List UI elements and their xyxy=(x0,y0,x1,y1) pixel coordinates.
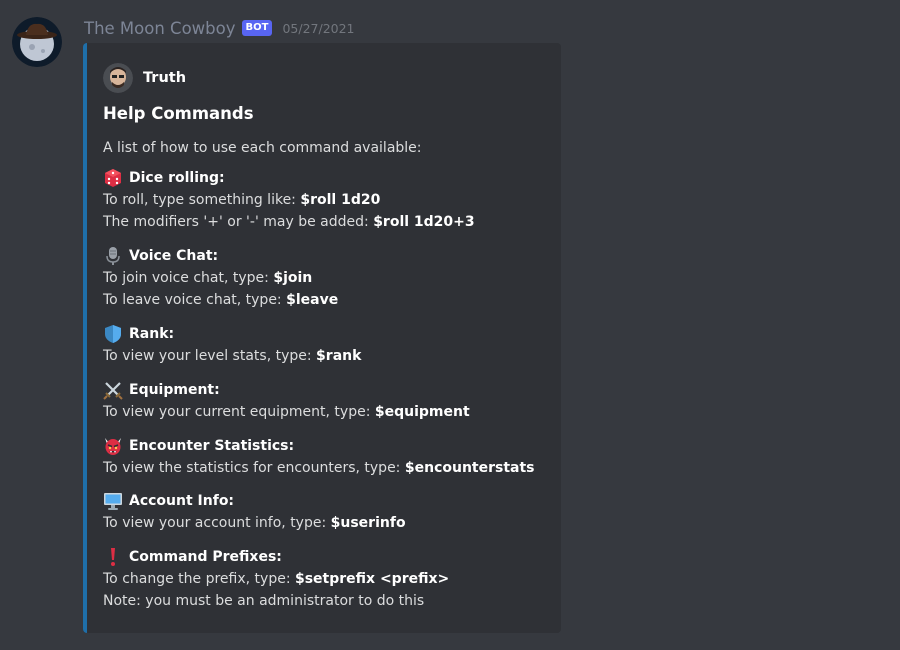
field-name-dice-rolling: Dice rolling: xyxy=(129,170,225,186)
line-text: To view the statistics for encounters, t… xyxy=(103,460,401,476)
field-name-rank: Rank: xyxy=(129,326,175,342)
author-avatar-icon xyxy=(103,63,133,93)
exclamation-icon xyxy=(111,548,115,566)
field-name-account-info: Account Info: xyxy=(129,493,235,509)
field-line: Note: you must be an administrator to do… xyxy=(103,590,553,612)
line-text: To view your current equipment, type: xyxy=(103,404,371,420)
line-text: To leave voice chat, type: xyxy=(103,292,282,308)
field-name-voice-chat: Voice Chat: xyxy=(129,248,219,264)
field-line: To view your level stats, type: $rank xyxy=(103,345,553,367)
command-setprefix: $setprefix <prefix> xyxy=(294,571,450,587)
embed-author-name[interactable]: Truth xyxy=(143,70,186,86)
field-name-command-prefixes: Command Prefixes: xyxy=(129,549,282,565)
field-voice-chat: Voice Chat: To join voice chat, type: $j… xyxy=(103,245,553,311)
field-line: To view your current equipment, type: $e… xyxy=(103,401,553,423)
message-timestamp[interactable]: 05/27/2021 xyxy=(282,21,354,36)
line-text: To join voice chat, type: xyxy=(103,270,269,286)
field-dice-rolling: Dice rolling: To roll, type something li… xyxy=(103,167,553,233)
field-name-encounter-statistics: Encounter Statistics: xyxy=(129,438,295,454)
field-line: To view your account info, type: $userin… xyxy=(103,512,553,534)
field-line: The modifiers '+' or '-' may be added: $… xyxy=(103,211,553,233)
command-encounterstats: $encounterstats xyxy=(404,460,535,476)
command-rank: $rank xyxy=(316,348,362,364)
line-text: To change the prefix, type: xyxy=(103,571,291,587)
field-equipment: Equipment: To view your current equipmen… xyxy=(103,379,553,423)
line-text: The modifiers '+' or '-' may be added: xyxy=(103,214,369,230)
field-line: To join voice chat, type: $join xyxy=(103,267,553,289)
bot-avatar[interactable] xyxy=(12,17,62,67)
embed-title: Help Commands xyxy=(103,104,254,123)
microphone-icon xyxy=(106,247,120,265)
command-join: $join xyxy=(273,270,313,286)
field-line: To leave voice chat, type: $leave xyxy=(103,289,553,311)
line-text: To view your level stats, type: xyxy=(103,348,312,364)
line-text: Note: you must be an administrator to do… xyxy=(103,593,425,609)
command-roll-modifier: $roll 1d20+3 xyxy=(373,214,475,230)
command-leave: $leave xyxy=(286,292,339,308)
field-command-prefixes: Command Prefixes: To change the prefix, … xyxy=(103,546,553,612)
shield-icon xyxy=(105,325,121,343)
field-line: To view the statistics for encounters, t… xyxy=(103,457,553,479)
field-name-equipment: Equipment: xyxy=(129,382,220,398)
field-rank: Rank: To view your level stats, type: $r… xyxy=(103,323,553,367)
field-line: To change the prefix, type: $setprefix <… xyxy=(103,568,553,590)
embed-description: A list of how to use each command availa… xyxy=(103,140,422,156)
bot-badge: BOT xyxy=(241,20,273,36)
field-encounter-statistics: Encounter Statistics: To view the statis… xyxy=(103,435,553,479)
bot-username[interactable]: The Moon Cowboy xyxy=(84,19,236,38)
command-equipment: $equipment xyxy=(374,404,470,420)
embed-author: Truth xyxy=(103,63,186,93)
command-userinfo: $userinfo xyxy=(330,515,406,531)
line-text: To view your account info, type: xyxy=(103,515,327,531)
ogre-icon xyxy=(105,438,121,455)
field-account-info: Account Info: To view your account info,… xyxy=(103,490,553,534)
message-header: The Moon Cowboy BOT 05/27/2021 xyxy=(84,17,355,39)
command-roll: $roll 1d20 xyxy=(300,192,381,208)
author-avatar xyxy=(103,63,133,93)
computer-icon xyxy=(104,493,122,510)
dice-icon xyxy=(105,169,121,187)
help-embed: Truth Help Commands A list of how to use… xyxy=(83,43,561,633)
field-line: To roll, type something like: $roll 1d20 xyxy=(103,189,553,211)
moon-cowboy-avatar-icon xyxy=(12,17,62,67)
crossed-swords-icon xyxy=(103,382,123,400)
line-text: To roll, type something like: xyxy=(103,192,296,208)
